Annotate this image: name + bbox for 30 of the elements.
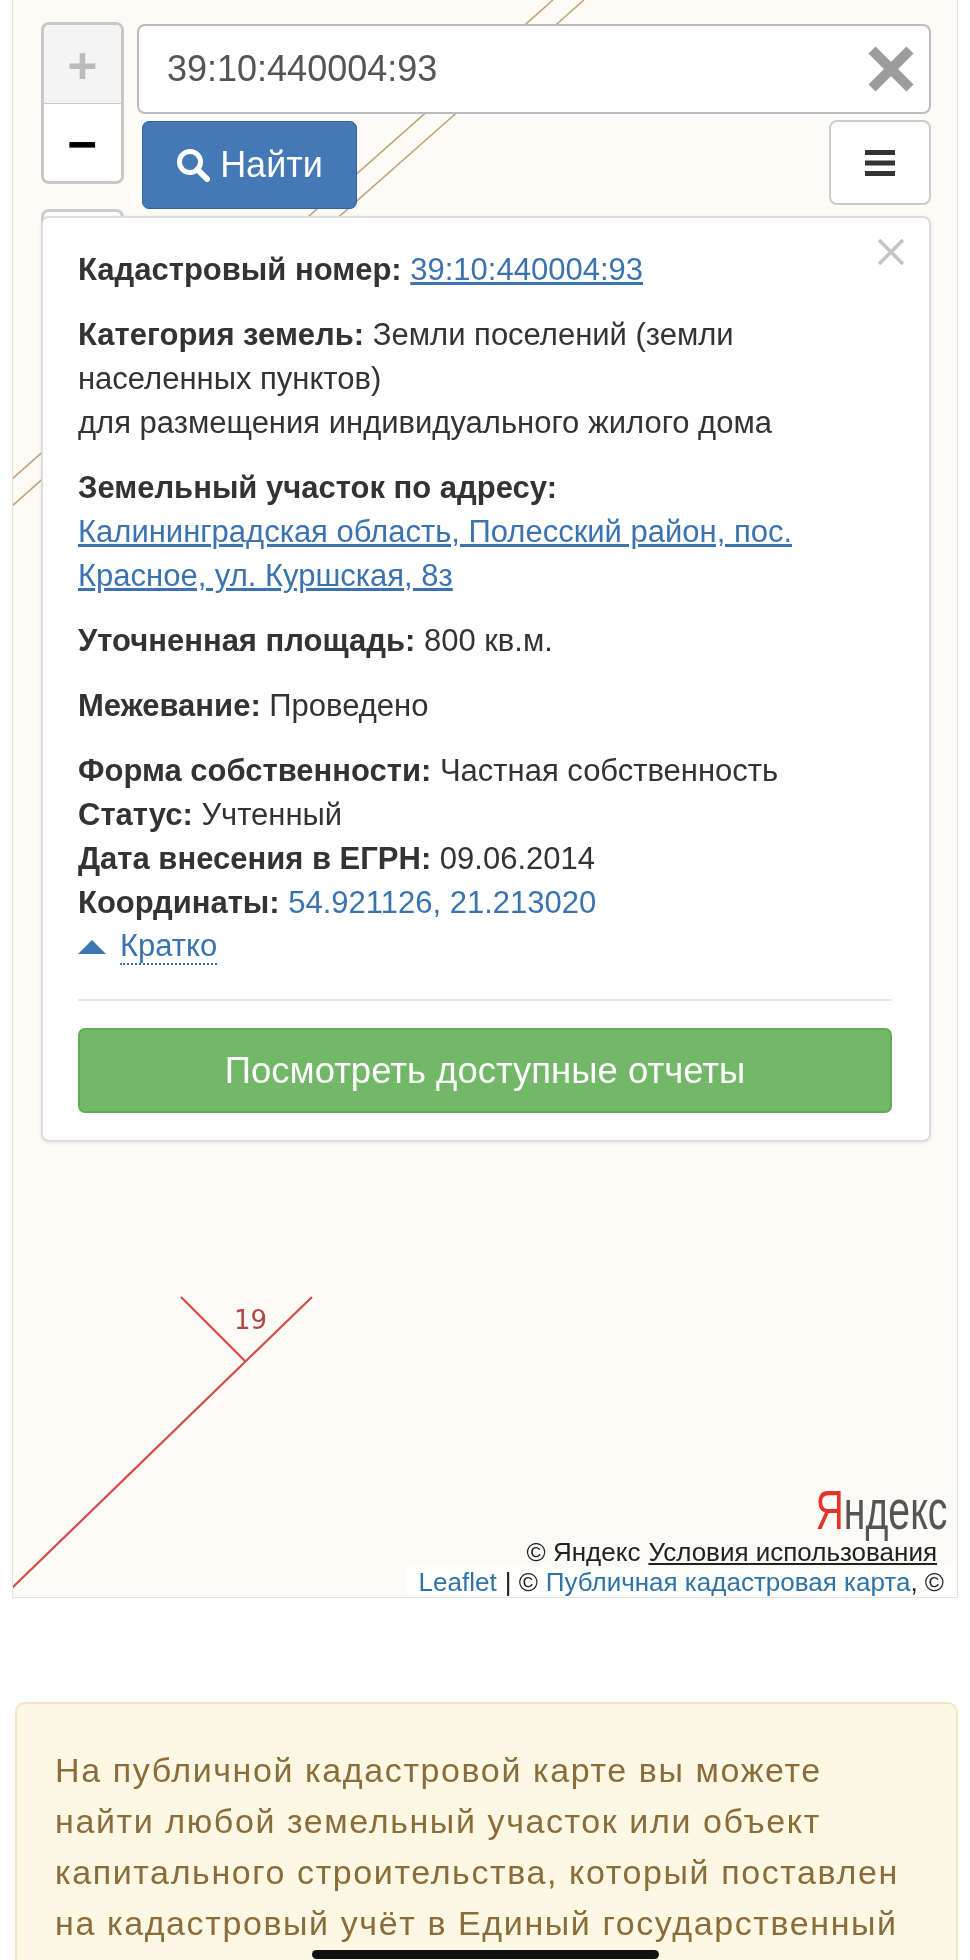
zoom-out-button[interactable]: −	[44, 103, 121, 181]
coordinates-link[interactable]: 54.921126, 21.213020	[288, 885, 597, 920]
property-line: для размещения индивидуального жилого дома	[78, 404, 773, 442]
search-button[interactable]: Найти	[142, 121, 357, 209]
search-icon	[176, 148, 211, 182]
attribution-text: , ©	[910, 1567, 944, 1597]
menu-icon	[865, 149, 895, 176]
notice-text: На публичной кадастровой карте вы можете найти любой земельный участок или объект капитального строительства, который поставлен на кадастровый учёт в Единый государственный	[55, 1750, 900, 1944]
property-line: Категория земель: Земли поселений (земли населенных пунктов)	[78, 316, 735, 398]
parcel-number: 19	[234, 1305, 268, 1335]
map-view[interactable]	[12, 0, 958, 1598]
property-link[interactable]: 39:10:440004:93	[410, 248, 643, 292]
details-toggle[interactable]: Кратко	[78, 925, 218, 969]
property-line: Кадастровый номер: 39:10:440004:93	[78, 248, 880, 292]
property-line: Координаты: 54.921126, 21.213020	[78, 884, 598, 922]
attribution-link[interactable]: Публичная кадастровая карта	[545, 1567, 911, 1597]
attribution-text: | ©	[504, 1567, 538, 1597]
property-line: Дата внесения в ЕГРН: 09.06.2014	[78, 840, 596, 878]
property-line: Статус: Учтенный	[78, 796, 344, 834]
property-line: Уточненная площадь: 800 кв.м.	[78, 622, 554, 660]
property-link[interactable]: Калининградская область, Полесский район, пос. Красное, ул. Куршская, 8з	[78, 510, 880, 598]
map-provider-logo: Яндекс	[815, 1477, 947, 1543]
attribution-link[interactable]: Leaflet	[418, 1567, 497, 1597]
property-line: Форма собственности: Частная собственность	[78, 752, 780, 790]
property-line: Земельный участок по адресу: Калининградская область, Полесский район, пос. Красное, ул. Куршская, 8з	[78, 466, 880, 598]
close-icon	[877, 238, 905, 266]
search-field[interactable]: 39:10:440004:93	[137, 24, 931, 114]
attribution-text: © Яндекс	[526, 1537, 641, 1567]
property-line: Межевание: Проведено	[78, 687, 430, 725]
menu-button[interactable]	[829, 120, 931, 205]
